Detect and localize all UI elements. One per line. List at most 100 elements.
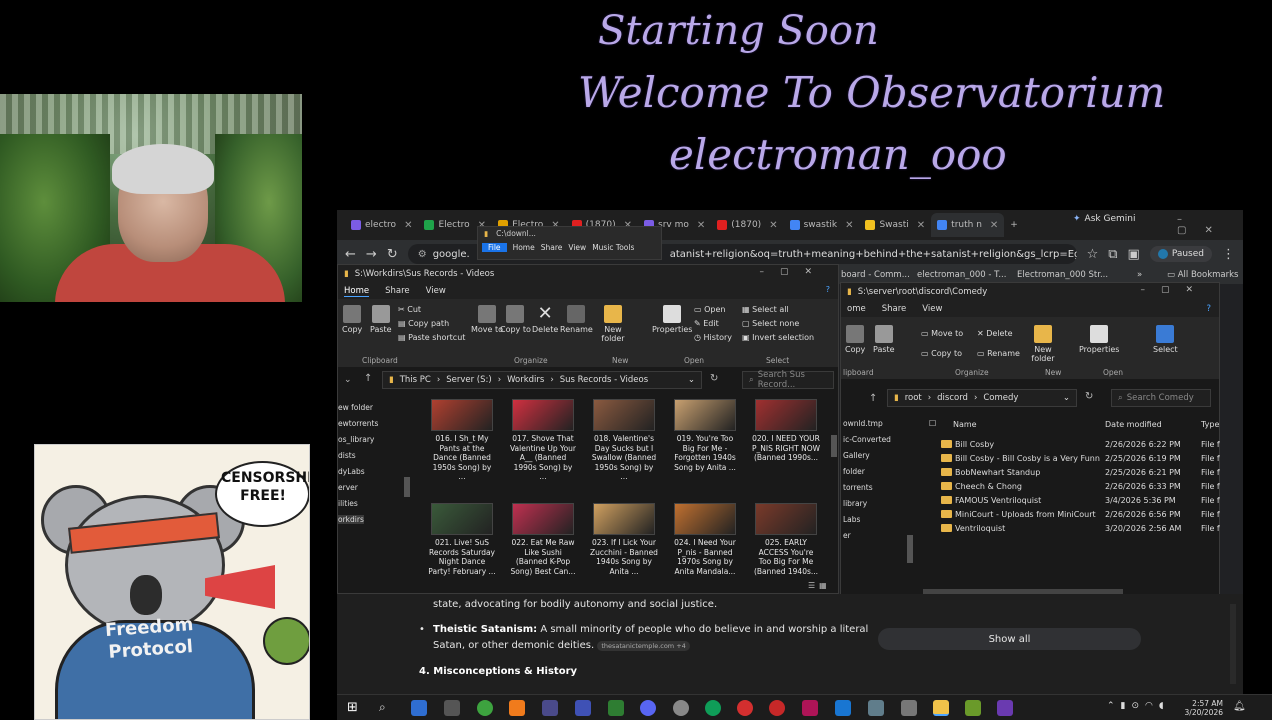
app-icon[interactable] bbox=[901, 700, 917, 716]
folder-row[interactable]: Cheech & Chong 2/26/2026 6:33 PM File f bbox=[929, 479, 1221, 493]
video-file-item[interactable]: 016. I Sh_t My Pants at the Dance (Banne… bbox=[428, 399, 496, 482]
menu-icon[interactable]: ⋮ bbox=[1222, 247, 1235, 262]
chevron-right-icon[interactable]: » bbox=[1137, 270, 1142, 280]
copy-path-button[interactable]: ▤ Copy path bbox=[398, 319, 449, 328]
notifications-icon[interactable]: 🔔︎ bbox=[1233, 701, 1246, 712]
browser-tab[interactable]: truth n ✕ bbox=[931, 213, 1005, 237]
invert-selection-button[interactable]: ▣ Invert selection bbox=[742, 333, 814, 342]
folder-row[interactable]: FAMOUS Ventriloquist 3/4/2026 5:36 PM File… bbox=[929, 493, 1221, 507]
tab-view[interactable]: View bbox=[426, 286, 446, 296]
folder-row[interactable]: Bill Cosby - Bill Cosby is a Very Funny … bbox=[929, 451, 1221, 465]
site-info-icon[interactable]: ⚙ bbox=[418, 249, 427, 260]
folder-row[interactable]: Bill Cosby 2/26/2026 6:22 PM File f bbox=[929, 437, 1221, 451]
app-icon[interactable] bbox=[542, 700, 558, 716]
app-icon[interactable] bbox=[673, 700, 689, 716]
properties-button[interactable]: Properties bbox=[652, 305, 692, 334]
nav-item[interactable]: ic-Converted bbox=[843, 435, 891, 444]
search-input[interactable]: ⌕ Search Sus Record... bbox=[742, 370, 834, 390]
paste-button[interactable]: Paste bbox=[873, 325, 895, 354]
browser-tab[interactable]: Swasti ✕ bbox=[859, 213, 931, 237]
crumb[interactable]: Workdirs bbox=[507, 375, 544, 385]
extensions-icon[interactable]: ⧉ bbox=[1108, 247, 1117, 262]
video-file-item[interactable]: 018. Valentine's Day Sucks but I Swallow… bbox=[590, 399, 658, 482]
obs-icon[interactable] bbox=[997, 700, 1013, 716]
tab-share[interactable]: Share bbox=[541, 243, 563, 252]
video-file-item[interactable]: 020. I NEED YOUR P_NIS RIGHT NOW (Banned… bbox=[752, 399, 820, 463]
app-icon[interactable] bbox=[868, 700, 884, 716]
nav-item[interactable]: ewtorrents bbox=[338, 419, 378, 428]
vlc-icon[interactable] bbox=[509, 700, 525, 716]
sidepanel-icon[interactable]: ▣ bbox=[1128, 247, 1140, 262]
show-all-button[interactable]: Show all bbox=[878, 628, 1141, 650]
video-file-item[interactable]: 021. Live! SuS Records Saturday Night Da… bbox=[428, 503, 496, 576]
select-button[interactable]: Select bbox=[1153, 325, 1178, 354]
crumb[interactable]: discord bbox=[937, 393, 968, 403]
bookmark-item[interactable]: electroman_000 - T... bbox=[917, 270, 1006, 280]
copy-button[interactable]: Copy bbox=[342, 305, 362, 334]
start-icon[interactable]: ⊞ bbox=[347, 700, 363, 716]
app-icon[interactable] bbox=[835, 700, 851, 716]
search-input[interactable]: ⌕ Search Comedy bbox=[1111, 389, 1211, 407]
column-date-modified[interactable]: Date modified bbox=[1105, 420, 1162, 429]
chrome-icon[interactable] bbox=[705, 700, 721, 716]
browser-tab[interactable]: swastik ✕ bbox=[784, 213, 860, 237]
app-icon[interactable] bbox=[769, 700, 785, 716]
tab-file[interactable]: File bbox=[482, 243, 507, 252]
video-file-item[interactable]: 022. Eat Me Raw Like Sushi (Banned K-Pop… bbox=[509, 503, 577, 576]
delete-button[interactable]: ✕ Delete bbox=[977, 329, 1013, 338]
up-arrow-icon[interactable]: ↑ bbox=[869, 393, 877, 404]
nav-item[interactable]: torrents bbox=[843, 483, 873, 492]
paste-shortcut-button[interactable]: ▤ Paste shortcut bbox=[398, 333, 465, 342]
folder-row[interactable]: MiniCourt - Uploads from MiniCourt 2/26/2… bbox=[929, 507, 1221, 521]
close-icon[interactable]: ✕ bbox=[917, 220, 925, 231]
close-icon[interactable]: ✕ bbox=[990, 220, 998, 231]
view-toggle-icons[interactable]: ☰▦ bbox=[808, 581, 831, 590]
select-all-button[interactable]: ▦ Select all bbox=[742, 305, 789, 314]
new-tab-button[interactable]: + bbox=[1004, 213, 1024, 237]
edit-button[interactable]: ✎ Edit bbox=[694, 319, 719, 328]
nav-item[interactable]: dists bbox=[338, 451, 356, 460]
help-icon[interactable]: ? bbox=[1206, 304, 1211, 314]
nav-scrollbar[interactable] bbox=[404, 401, 412, 573]
nav-item[interactable]: folder bbox=[843, 467, 865, 476]
nav-item[interactable]: Labs bbox=[843, 515, 860, 524]
crumb[interactable]: This PC bbox=[400, 375, 431, 385]
move-to-button[interactable]: ▭ Move to bbox=[921, 329, 963, 338]
chevron-down-icon[interactable]: ⌄ bbox=[344, 375, 352, 385]
breadcrumb[interactable]: ▮ This PC › Server (S:) › Workdirs › Sus Re… bbox=[382, 371, 702, 389]
nav-item[interactable]: ilities bbox=[338, 499, 358, 508]
rename-button[interactable]: Rename bbox=[560, 305, 593, 334]
select-none-button[interactable]: ▢ Select none bbox=[742, 319, 799, 328]
video-file-item[interactable]: 023. If I Lick Your Zucchini - Banned 19… bbox=[590, 503, 658, 576]
video-file-item[interactable]: 024. I Need Your P_nis - Banned 1970s So… bbox=[671, 503, 739, 576]
nav-item[interactable]: library bbox=[843, 499, 867, 508]
tab-share[interactable]: Share bbox=[882, 304, 907, 314]
tab-view[interactable]: View bbox=[568, 243, 586, 252]
new-folder-button[interactable]: New folder bbox=[1029, 325, 1057, 363]
window-controls[interactable]: –▢✕ bbox=[1140, 285, 1209, 295]
nav-item[interactable]: os_library bbox=[338, 435, 374, 444]
tab-view[interactable]: View bbox=[922, 304, 942, 314]
delete-button[interactable]: ✕ Delete bbox=[532, 305, 558, 335]
bookmark-item[interactable]: board - Comm... bbox=[841, 270, 910, 280]
window-controls[interactable]: –▢✕ bbox=[759, 267, 828, 277]
breadcrumb[interactable]: ▮ root › discord › Comedy ⌄ bbox=[887, 389, 1077, 407]
tab-share[interactable]: Share bbox=[385, 286, 410, 296]
nav-item[interactable]: ownld.tmp bbox=[843, 419, 883, 428]
video-file-item[interactable]: 025. EARLY ACCESS You're Too Big For Me … bbox=[752, 503, 820, 576]
close-icon[interactable]: ✕ bbox=[404, 220, 412, 231]
tab-home[interactable]: ome bbox=[847, 304, 866, 314]
column-name[interactable]: Name bbox=[953, 420, 977, 429]
app-icon[interactable] bbox=[802, 700, 818, 716]
new-folder-button[interactable]: New folder bbox=[598, 305, 628, 343]
app-icon[interactable] bbox=[477, 700, 493, 716]
tab-home[interactable]: Home bbox=[344, 286, 370, 297]
paste-button[interactable]: Paste bbox=[370, 305, 392, 334]
app-icon[interactable] bbox=[575, 700, 591, 716]
back-icon[interactable]: ← bbox=[345, 247, 356, 262]
profile-paused-button[interactable]: Paused bbox=[1149, 246, 1212, 262]
app-icon[interactable] bbox=[444, 700, 460, 716]
cut-button[interactable]: ✂ Cut bbox=[398, 305, 421, 314]
bookmark-item[interactable]: Electroman_000 Str... bbox=[1017, 270, 1108, 280]
close-icon[interactable]: ✕ bbox=[845, 220, 853, 231]
